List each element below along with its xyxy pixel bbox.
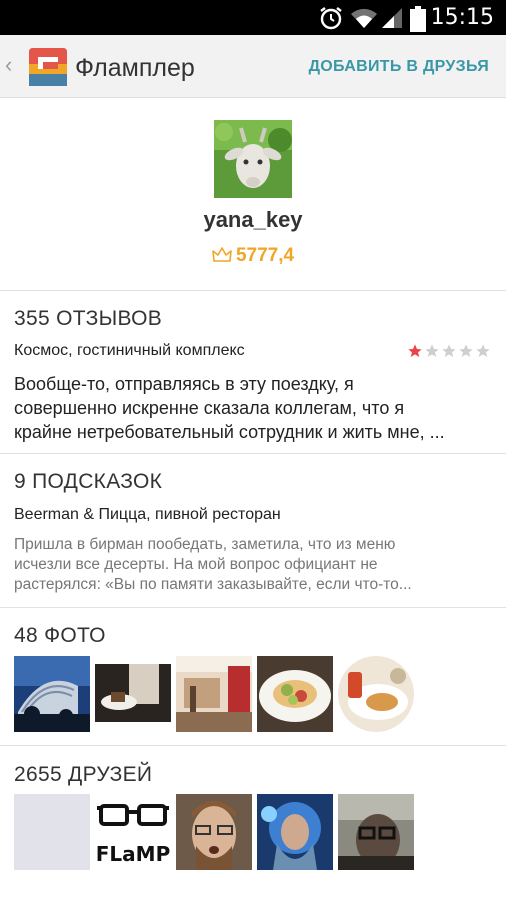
review-stars	[407, 343, 491, 359]
photo-restaurant-interior	[176, 656, 252, 732]
tip-text-line: Пришла в бирман пообедать, заметила, что…	[14, 536, 396, 553]
glasses-icon	[97, 804, 169, 826]
status-bar: 15:15	[0, 0, 506, 35]
friend-photo-beard	[176, 794, 252, 870]
add-friend-button[interactable]: ДОБАВИТЬ В ДРУЗЬЯ	[309, 58, 489, 76]
friend-avatar[interactable]: FLaMP	[95, 794, 171, 870]
friend-avatar[interactable]	[14, 794, 90, 870]
photo-thumbnail[interactable]	[95, 656, 171, 732]
divider	[0, 453, 506, 454]
friend-avatar[interactable]	[257, 794, 333, 870]
tip-text: Пришла в бирман пообедать, заметила, что…	[14, 535, 494, 595]
goat-photo	[214, 120, 292, 198]
review-text-line: Вообще-то, отправляясь в эту поездку, я	[14, 374, 354, 394]
star-icon	[408, 344, 422, 357]
friend-photo-wizard	[257, 794, 333, 870]
photo-thumbnail[interactable]	[338, 656, 414, 732]
divider	[0, 745, 506, 746]
review-text: Вообще-то, отправляясь в эту поездку, я …	[14, 372, 494, 444]
star-icon	[459, 344, 473, 357]
avatar[interactable]	[214, 120, 292, 198]
app-title: Фламплер	[75, 54, 195, 82]
photo-thumbnail[interactable]	[176, 656, 252, 732]
photo-thumbnail[interactable]	[14, 656, 90, 732]
photos-title[interactable]: 48 ФОТО	[14, 624, 106, 648]
photo-dessert	[95, 656, 171, 732]
divider	[0, 607, 506, 608]
friends-title[interactable]: 2655 ДРУЗЕЙ	[14, 763, 152, 787]
flamp-wordmark: FLaMP	[95, 842, 171, 866]
tips-title: 9 ПОДСКАЗОК	[14, 470, 163, 493]
friend-avatar[interactable]	[176, 794, 252, 870]
username: yana_key	[203, 207, 303, 232]
review-text-line: совершенно искренне сказала коллегам, чт…	[14, 398, 405, 418]
signal-icon	[382, 8, 402, 28]
photo-strip	[14, 656, 414, 732]
battery-icon	[410, 6, 426, 32]
back-chevron-icon[interactable]: ‹	[5, 52, 12, 78]
review-place: Космос, гостиничный комплекс	[14, 342, 245, 359]
photo-thumbnail[interactable]	[257, 656, 333, 732]
star-icon	[442, 344, 456, 357]
star-icon	[425, 344, 439, 357]
friends-strip: FLaMP	[14, 794, 414, 870]
tip-place: Beerman & Пицца, пивной ресторан	[14, 506, 281, 523]
friend-photo-man-glasses	[338, 794, 414, 870]
review-text-line: крайне нетребовательный сотрудник и жить…	[14, 422, 445, 442]
reviews-title: 355 ОТЗЫВОВ	[14, 307, 163, 330]
flamp-logo-icon[interactable]	[29, 48, 67, 86]
photo-breakfast	[338, 656, 414, 732]
alarm-icon	[320, 7, 342, 30]
divider	[0, 290, 506, 291]
rating-value: 5777,4	[235, 245, 295, 266]
wifi-icon	[351, 8, 377, 28]
tip-text-line: исчезли все десерты. На мой вопрос офици…	[14, 556, 378, 573]
rating: 5777,4	[0, 245, 506, 267]
crown-icon	[212, 247, 232, 262]
photo-hotel-night	[14, 656, 90, 732]
photo-salad-plate	[257, 656, 333, 732]
friend-avatar[interactable]	[338, 794, 414, 870]
star-icon	[476, 344, 490, 357]
tip-text-line: растерялся: «Вы по памяти заказывайте, е…	[14, 576, 412, 593]
clock: 15:15	[430, 5, 494, 30]
